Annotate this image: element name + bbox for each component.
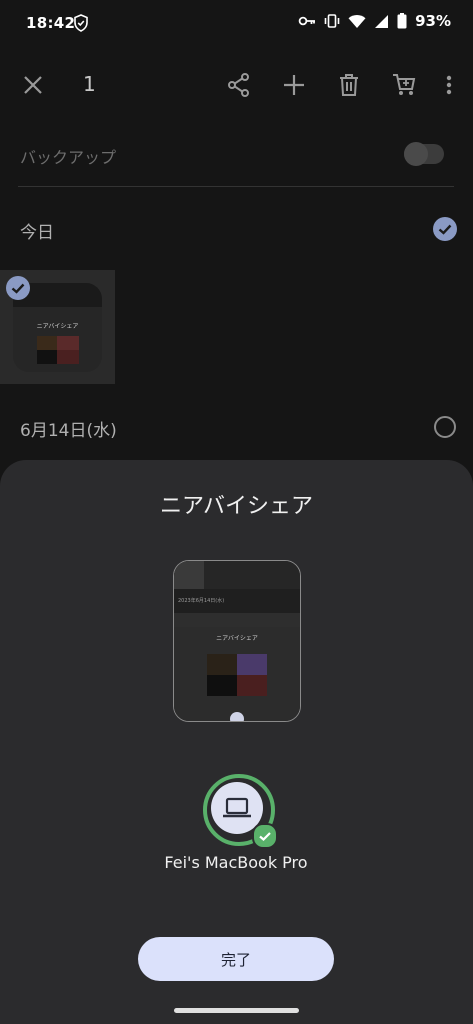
status-icons: 93% [298,12,451,30]
thumbnail-title: ニアバイシェア [36,323,79,330]
check-icon [438,224,452,235]
date-section-label: 6月14日(水) [20,421,117,441]
key-icon [298,16,316,26]
backup-toggle-knob [404,142,428,166]
status-time: 18:42 [26,14,76,32]
check-icon [259,832,271,841]
preview-date: 2023年6月14日(水) [178,598,225,604]
today-section-label: 今日 [20,223,54,243]
battery-icon [397,13,407,29]
divider [18,186,454,187]
done-button[interactable]: 完了 [138,937,334,981]
today-select-checkbox[interactable] [433,217,457,241]
shield-icon [74,14,88,32]
close-icon[interactable] [20,72,46,98]
more-vert-icon[interactable] [436,72,462,98]
share-preview: 2023年6月14日(水) ニアバイシェア [173,560,301,722]
add-icon[interactable] [281,72,307,98]
vibrate-icon [324,14,340,28]
sheet-title: ニアバイシェア [159,494,314,519]
date-select-radio[interactable] [434,416,456,438]
battery-percent: 93% [415,12,451,30]
preview-caption: ニアバイシェア [216,635,258,642]
backup-label: バックアップ [20,148,117,167]
home-indicator[interactable] [174,1008,299,1013]
cart-icon[interactable] [391,72,417,98]
photo-selected-check[interactable] [6,276,30,300]
signal-icon [375,14,389,28]
delete-icon[interactable] [336,72,362,98]
wifi-icon [348,14,366,28]
device-name: Fei's MacBook Pro [164,853,308,872]
status-bar: 18:42 93% [0,0,473,48]
selected-count: 1 [83,72,96,96]
check-icon [11,283,25,294]
sent-check-badge [252,823,278,849]
share-icon[interactable] [226,72,252,98]
